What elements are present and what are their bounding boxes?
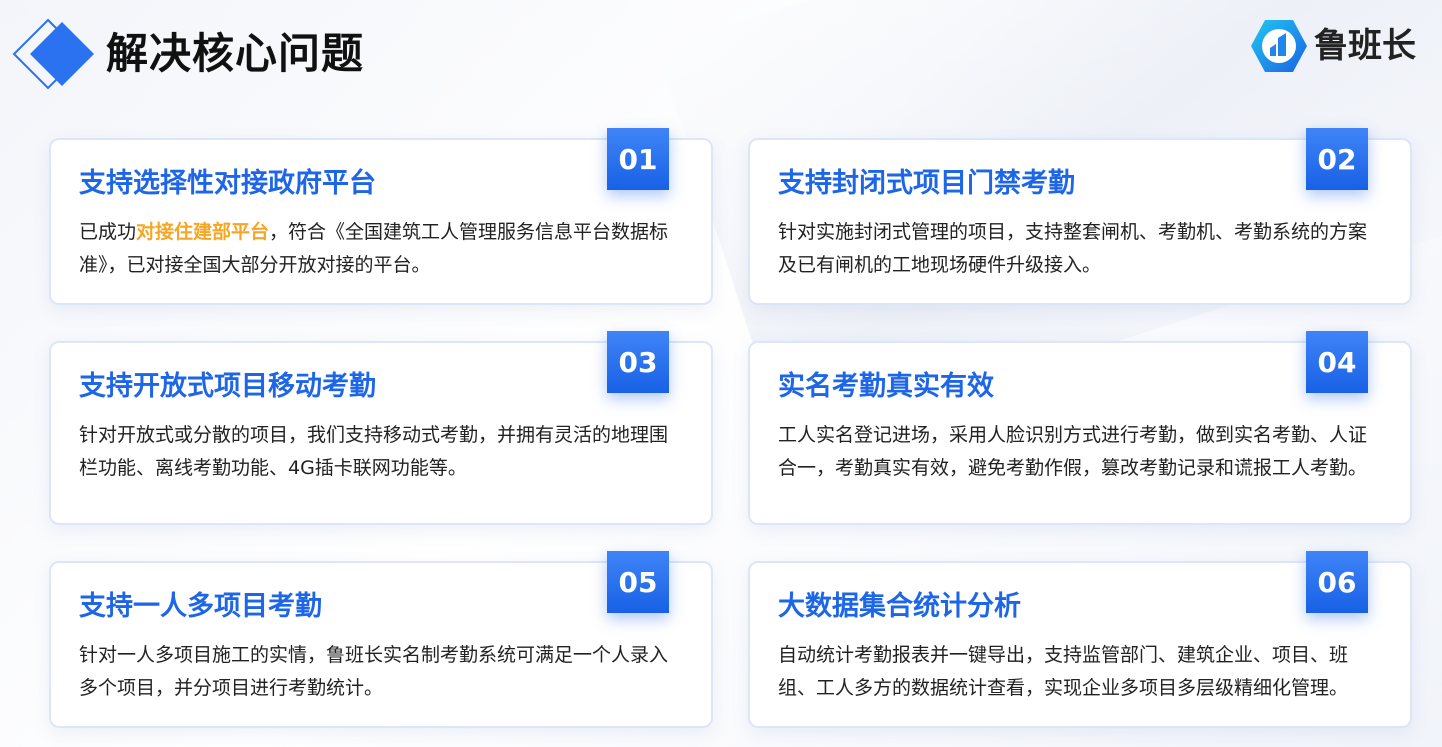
card-title: 实名考勤真实有效 [778,371,994,402]
feature-card: 05 支持一人多项目考勤 针对一人多项目施工的实情，鲁班长实名制考勤系统可满足一… [49,551,713,728]
feature-card: 01 支持选择性对接政府平台 已成功对接住建部平台，符合《全国建筑工人管理服务信… [49,128,713,305]
card-description: 已成功对接住建部平台，符合《全国建筑工人管理服务信息平台数据标准》，已对接全国大… [79,216,683,282]
card-number-badge: 05 [607,551,669,613]
card-description: 工人实名登记进场，采用人脸识别方式进行考勤，做到实名考勤、人证合一，考勤真实有效… [778,424,1368,479]
card-title: 大数据集合统计分析 [778,591,1021,622]
diamond-decoration-icon [12,18,94,90]
feature-card: 06 大数据集合统计分析 自动统计考勤报表并一键导出，支持监管部门、建筑企业、项… [748,551,1412,728]
card-number-badge: 01 [607,128,669,190]
card-description: 自动统计考勤报表并一键导出，支持监管部门、建筑企业、项目、班组、工人多方的数据统… [778,644,1349,699]
card-title: 支持选择性对接政府平台 [79,168,376,199]
card-title: 支持开放式项目移动考勤 [79,371,376,402]
brand-name: 鲁班长 [1314,26,1416,66]
card-number-badge: 03 [607,331,669,393]
card-description: 针对一人多项目施工的实情，鲁班长实名制考勤系统可满足一个人录入多个项目，并分项目… [79,644,669,699]
card-description: 针对开放式或分散的项目，我们支持移动式考勤，并拥有灵活的地理围栏功能、离线考勤功… [79,424,669,479]
feature-card: 02 支持封闭式项目门禁考勤 针对实施封闭式管理的项目，支持整套闸机、考勤机、考… [748,128,1412,305]
feature-card: 04 实名考勤真实有效 工人实名登记进场，采用人脸识别方式进行考勤，做到实名考勤… [748,331,1412,525]
card-title: 支持封闭式项目门禁考勤 [778,168,1075,199]
card-number-badge: 06 [1306,551,1368,613]
card-title: 支持一人多项目考勤 [79,591,322,622]
page-title: 解决核心问题 [106,29,365,78]
card-number-badge: 04 [1306,331,1368,393]
card-description-text: 已成功 [79,221,137,243]
card-description: 针对实施封闭式管理的项目，支持整套闸机、考勤机、考勤系统的方案及已有闸机的工地现… [778,221,1368,276]
feature-card: 03 支持开放式项目移动考勤 针对开放式或分散的项目，我们支持移动式考勤，并拥有… [49,331,713,525]
card-description-highlight: 对接住建部平台 [136,221,270,243]
card-number-badge: 02 [1306,128,1368,190]
brand-logo-icon [1251,20,1307,72]
